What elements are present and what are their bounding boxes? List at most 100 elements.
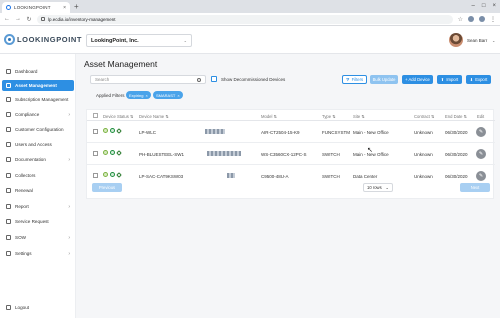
asset-table: Device Status ⇅ Device Name ⇅ Model ⇅ Ty… xyxy=(86,109,495,200)
export-icon: ⬇ xyxy=(469,77,474,82)
edit-icon[interactable]: ✎ xyxy=(476,127,486,137)
sidebar-item-users-and-access[interactable]: Users and Access xyxy=(2,139,74,150)
show-decommissioned-checkbox[interactable] xyxy=(211,76,217,82)
export-button[interactable]: ⬇ Export xyxy=(466,75,491,84)
import-button[interactable]: ⬆ Import xyxy=(437,75,462,84)
type-cell: FUNCSYSTM xyxy=(322,130,350,135)
sidebar-item-collectors[interactable]: Collectors xyxy=(2,170,74,181)
search-icon xyxy=(197,77,201,82)
end-date-cell: 06/30/2020 xyxy=(445,130,468,135)
chevron-right-icon: › xyxy=(68,203,70,210)
search-input[interactable]: Search xyxy=(90,75,206,84)
logo-text: LOOKINGPOINT xyxy=(17,35,83,44)
sidebar-item-compliance[interactable]: Compliance › xyxy=(2,109,74,120)
minimize-button[interactable]: – xyxy=(472,1,475,11)
sidebar-item-label: Settings xyxy=(15,251,32,256)
reload-button[interactable]: ↻ xyxy=(26,16,32,23)
organization-select[interactable]: LookingPoint, Inc. ⌄ xyxy=(86,34,192,47)
browser-menu-icon[interactable]: ⋮ xyxy=(490,16,496,23)
sidebar: Dashboard Asset Management Subscription … xyxy=(0,54,76,318)
sidebar-item-logout[interactable]: Logout xyxy=(2,302,74,313)
main-content: Asset Management Search Show Decommissio… xyxy=(76,54,500,318)
sidebar-item-renewal[interactable]: Renewal xyxy=(2,185,74,196)
sidebar-item-report[interactable]: Report › xyxy=(2,201,74,212)
column-header-end-date[interactable]: End Date ⇅ xyxy=(445,114,467,119)
select-all-checkbox[interactable] xyxy=(93,113,98,118)
window-controls: – □ × xyxy=(472,1,496,11)
user-menu-chevron-icon[interactable]: ⌄ xyxy=(492,38,495,43)
sidebar-item-subscription-management[interactable]: Subscription Management xyxy=(2,94,74,105)
alert-status-icon xyxy=(103,150,108,155)
address-bar: ← → ↻ lp.ecdia.io/inventory-management ☆… xyxy=(0,13,500,26)
back-button[interactable]: ← xyxy=(4,16,10,22)
filter-icon: ⧩ xyxy=(345,77,350,82)
row-checkbox[interactable] xyxy=(93,129,98,134)
sidebar-item-documentation[interactable]: Documentation › xyxy=(2,154,74,165)
sidebar-item-dashboard[interactable]: Dashboard xyxy=(2,66,74,77)
new-tab-button[interactable]: + xyxy=(74,2,79,12)
users-icon xyxy=(6,142,11,147)
chevron-down-icon: ⌄ xyxy=(385,185,389,190)
sidebar-item-asset-management[interactable]: Asset Management xyxy=(2,80,74,91)
column-header-model[interactable]: Model ⇅ xyxy=(261,114,277,119)
filter-chip-expiring[interactable]: Expiring × xyxy=(126,91,151,99)
applied-filters-label: Applied Filters xyxy=(96,93,125,98)
device-name-cell[interactable]: PH-BLUESTEEL-SW1 xyxy=(139,152,184,157)
sidebar-item-customer-configuration[interactable]: Customer Configuration xyxy=(2,124,74,135)
sidebar-item-label: Customer Configuration xyxy=(15,127,64,132)
bookmark-star-icon[interactable]: ☆ xyxy=(458,16,463,23)
compliance-icon xyxy=(6,112,11,117)
next-page-button[interactable]: Next xyxy=(460,183,490,192)
column-header-type[interactable]: Type ⇅ xyxy=(322,114,336,119)
logout-icon xyxy=(6,305,11,310)
edit-icon[interactable]: ✎ xyxy=(476,149,486,159)
browser-tab-title: LOOKINGPOINT xyxy=(14,5,51,10)
device-status-icons xyxy=(103,127,122,134)
export-button-label: Export xyxy=(475,77,488,82)
filters-button[interactable]: ⧩ Filters xyxy=(342,75,367,84)
forward-button[interactable]: → xyxy=(15,16,21,22)
sidebar-item-settings[interactable]: Settings › xyxy=(2,248,74,259)
collectors-icon xyxy=(6,173,11,178)
device-name-cell[interactable]: LP-WLC xyxy=(139,130,156,135)
column-header-contract[interactable]: Contract ⇅ xyxy=(414,114,435,119)
bulk-update-button[interactable]: Bulk Update xyxy=(370,75,398,84)
table-row[interactable]: LP-WLC AIR-CT2504-15-K9 FUNCSYSTM Main -… xyxy=(87,121,495,143)
logo[interactable]: LOOKINGPOINT xyxy=(4,34,82,45)
filter-chip-label: SMARAST xyxy=(156,92,176,98)
page-title: Asset Management xyxy=(84,59,158,69)
browser-toolbar-right: ☆ ⋮ xyxy=(458,16,496,23)
table-row[interactable]: PH-BLUESTEEL-SW1 WS-C3560CX-12PC-S SWITC… xyxy=(87,143,495,165)
maximize-button[interactable]: □ xyxy=(482,1,486,11)
sidebar-item-sow[interactable]: SOW › xyxy=(2,232,74,243)
sidebar-item-label: Users and Access xyxy=(15,142,52,147)
customer-config-icon xyxy=(6,127,11,132)
device-status-icons xyxy=(103,149,122,156)
remove-filter-icon[interactable]: × xyxy=(145,93,147,98)
end-date-cell: 06/30/2020 xyxy=(445,152,468,157)
sidebar-item-service-request[interactable]: Service Request xyxy=(2,216,74,227)
lock-icon xyxy=(41,17,45,21)
user-name[interactable]: Sean Barr xyxy=(467,38,487,43)
remove-filter-icon[interactable]: × xyxy=(177,93,179,98)
url-field[interactable]: lp.ecdia.io/inventory-management xyxy=(37,14,453,24)
filter-chip-smarast[interactable]: SMARAST × xyxy=(153,91,183,99)
avatar[interactable] xyxy=(449,33,463,47)
row-checkbox[interactable] xyxy=(93,151,98,156)
column-header-device-status[interactable]: Device Status ⇅ xyxy=(103,114,134,119)
close-tab-icon[interactable]: × xyxy=(63,5,66,11)
close-window-button[interactable]: × xyxy=(492,1,496,11)
extension-icon[interactable] xyxy=(468,16,474,22)
column-header-device-name[interactable]: Device Name ⇅ xyxy=(139,114,169,119)
pagination: Previous 10 rows ⌄ Next xyxy=(87,178,495,200)
browser-tab[interactable]: LOOKINGPOINT × xyxy=(2,2,70,13)
device-status-icons xyxy=(103,171,122,178)
sidebar-item-label: Documentation xyxy=(15,157,46,162)
profile-icon[interactable] xyxy=(479,16,485,22)
show-decommissioned-label: Show Decommissioned Devices xyxy=(221,77,286,82)
rows-per-page-select[interactable]: 10 rows ⌄ xyxy=(363,183,393,192)
column-header-site[interactable]: Site ⇅ xyxy=(353,114,365,119)
previous-page-button[interactable]: Previous xyxy=(92,183,122,192)
model-cell: WS-C3560CX-12PC-S xyxy=(261,152,307,157)
add-device-button[interactable]: + Add Device xyxy=(402,75,433,84)
